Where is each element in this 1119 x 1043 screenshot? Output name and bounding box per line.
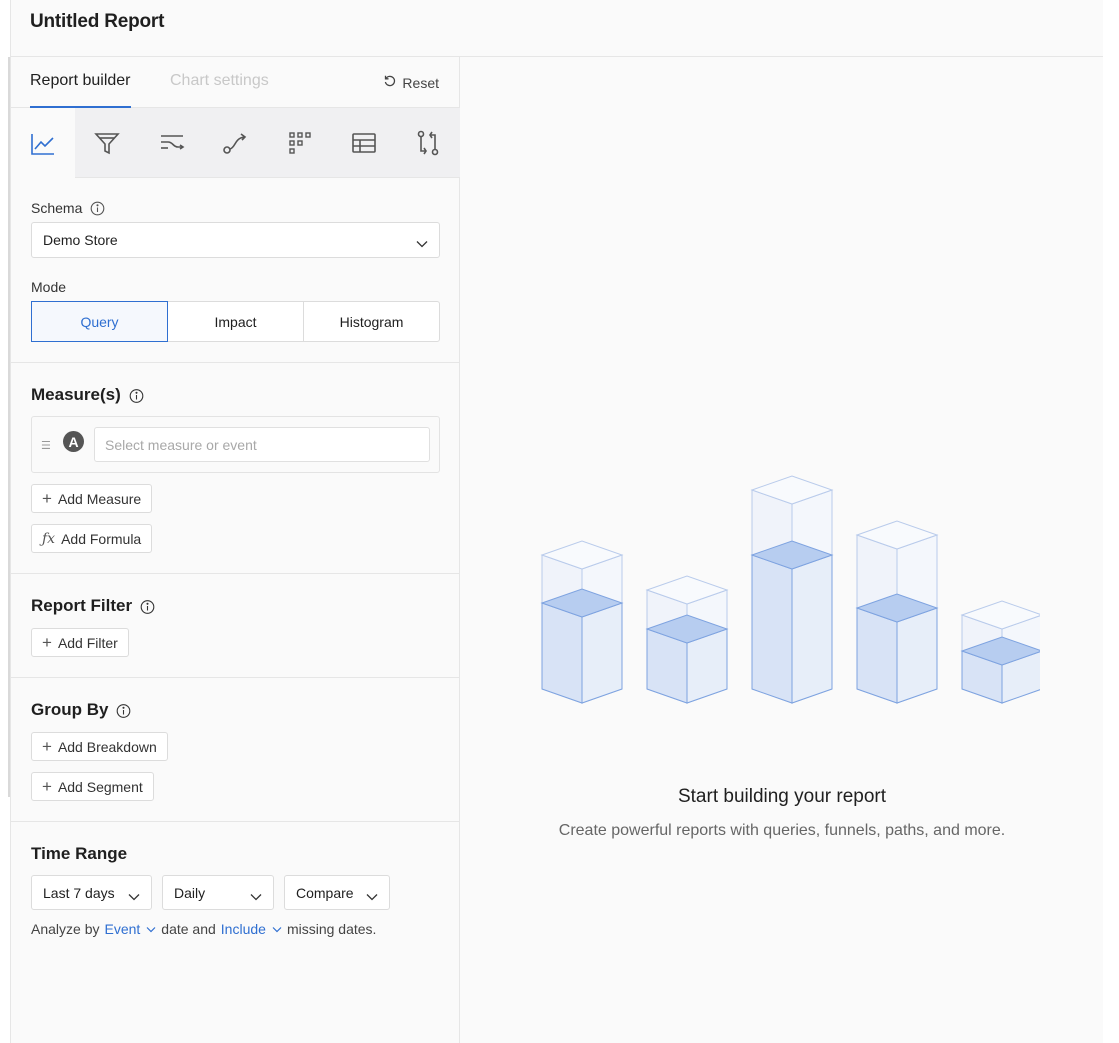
reset-label: Reset — [402, 74, 439, 91]
empty-state-subtitle: Create powerful reports with queries, fu… — [558, 822, 1006, 839]
measure-select-input[interactable] — [94, 427, 430, 462]
report-canvas: Start building your report Create powerf… — [460, 57, 1104, 1043]
flows-icon — [161, 135, 185, 150]
schema-select[interactable]: Demo Store — [31, 222, 440, 258]
path-icon — [223, 133, 247, 154]
chevron-down-icon — [416, 235, 428, 251]
drag-handle-icon[interactable]: ☰ — [41, 439, 51, 452]
mode-toggle: Query Impact Histogram — [31, 301, 440, 342]
grid-icon — [289, 132, 311, 154]
tab-report-builder[interactable]: Report builder — [30, 72, 131, 108]
panel-edge — [8, 57, 10, 797]
analyze-by-row: Analyze by Event date and Include missin… — [31, 921, 376, 937]
add-measure-button[interactable]: + Add Measure — [31, 484, 153, 513]
mode-query-button[interactable]: Query — [31, 301, 168, 342]
info-icon[interactable] — [90, 201, 105, 216]
measure-row: ☰ A — [31, 416, 440, 473]
measures-label: Measure(s) — [31, 385, 144, 405]
chart-type-line[interactable] — [11, 108, 75, 179]
builder-tabs: Report builder Chart settings Reset — [11, 57, 460, 108]
chart-type-compare[interactable] — [396, 108, 460, 178]
add-breakdown-button[interactable]: + Add Breakdown — [31, 732, 168, 761]
illustration-shape — [541, 602, 583, 704]
granularity-value: Daily — [174, 884, 206, 901]
report-header: Untitled Report — [11, 0, 1104, 57]
chart-type-path[interactable] — [204, 108, 268, 178]
mode-histogram-button[interactable]: Histogram — [304, 302, 439, 341]
info-icon[interactable] — [140, 599, 155, 614]
report-app: Untitled Report Report builder Chart set… — [8, 0, 1104, 1043]
chart-type-flows[interactable] — [140, 108, 204, 178]
compare-value: Compare — [296, 884, 354, 901]
time-range-label: Time Range — [31, 844, 128, 863]
chevron-down-icon — [146, 926, 156, 932]
compare-select[interactable]: Compare — [284, 875, 390, 910]
mode-impact-button[interactable]: Impact — [168, 302, 304, 341]
table-icon — [352, 133, 376, 153]
plus-icon: + — [42, 633, 52, 652]
illustration-shape — [896, 607, 938, 704]
line-chart-icon — [31, 133, 54, 155]
chart-type-bar — [11, 108, 460, 179]
chart-type-funnel[interactable] — [75, 108, 139, 178]
group-by-label: Group By — [31, 700, 131, 720]
add-segment-label: Add Segment — [57, 778, 143, 795]
analyze-suffix: missing dates. — [286, 921, 377, 937]
illustration-shape — [856, 607, 898, 704]
time-range-value: Last 7 days — [43, 884, 115, 901]
add-formula-label: Add Formula — [61, 530, 142, 547]
compare-icon — [417, 130, 439, 156]
schema-value: Demo Store — [43, 232, 118, 248]
empty-state-illustration — [540, 475, 1040, 704]
plus-icon: + — [42, 489, 52, 508]
reset-button[interactable]: Reset — [383, 74, 439, 91]
empty-state-title: Start building your report — [677, 786, 887, 807]
reset-icon — [383, 74, 397, 91]
group-by-section: Group By + Add Breakdown + Add Segment — [11, 678, 460, 822]
chevron-down-icon — [366, 888, 378, 904]
report-filter-label: Report Filter — [31, 596, 155, 616]
chart-type-table[interactable] — [332, 108, 396, 178]
chart-type-grid[interactable] — [268, 108, 332, 178]
mode-label: Mode — [31, 279, 67, 295]
plus-icon: + — [42, 737, 52, 756]
report-title[interactable]: Untitled Report — [30, 11, 164, 33]
report-filter-section: Report Filter + Add Filter — [11, 574, 460, 678]
illustration-shape — [581, 602, 623, 704]
time-range-select[interactable]: Last 7 days — [31, 875, 152, 910]
funnel-icon — [94, 133, 120, 155]
missing-dates-dropdown[interactable]: Include — [221, 921, 282, 937]
info-icon[interactable] — [116, 703, 131, 718]
add-formula-button[interactable]: ƒx Add Formula — [31, 524, 153, 553]
add-breakdown-label: Add Breakdown — [57, 738, 157, 755]
add-filter-label: Add Filter — [57, 634, 118, 651]
add-filter-button[interactable]: + Add Filter — [31, 628, 129, 657]
plus-icon: + — [42, 777, 52, 796]
measure-letter-badge: A — [63, 431, 84, 452]
function-icon: ƒx — [42, 530, 56, 547]
chevron-down-icon — [128, 888, 140, 904]
chevron-down-icon — [250, 888, 262, 904]
schema-label: Schema — [31, 200, 105, 216]
tab-chart-settings[interactable]: Chart settings — [170, 72, 269, 90]
chevron-down-icon — [272, 926, 282, 932]
analyze-prefix: Analyze by — [31, 921, 100, 937]
analyze-mid: date and — [161, 921, 216, 937]
page-margin-right — [1103, 0, 1119, 1043]
granularity-select[interactable]: Daily — [162, 875, 274, 910]
analyze-by-dropdown[interactable]: Event — [104, 921, 156, 937]
builder-panel: Report builder Chart settings Reset Sche… — [11, 57, 460, 1043]
add-measure-label: Add Measure — [57, 490, 142, 507]
illustration-shape — [791, 554, 833, 704]
add-segment-button[interactable]: + Add Segment — [31, 772, 154, 801]
info-icon[interactable] — [129, 388, 144, 403]
illustration-shape — [751, 554, 793, 704]
